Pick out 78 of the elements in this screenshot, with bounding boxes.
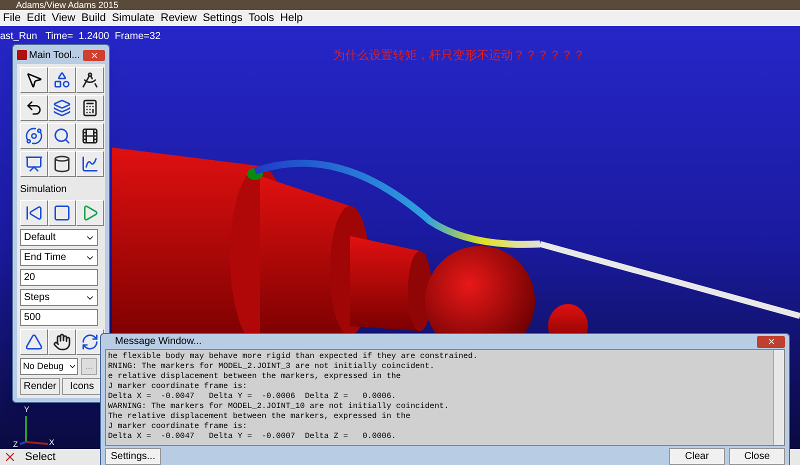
rewind-icon — [25, 204, 43, 222]
play-icon — [81, 204, 99, 222]
film-icon — [81, 127, 99, 145]
tool-button[interactable] — [48, 95, 76, 121]
pointer-icon — [25, 71, 43, 89]
app-logo-icon — [17, 50, 27, 60]
log-line: The relative displacement between the markers, expressed in the — [108, 412, 412, 422]
tool-button[interactable] — [76, 95, 104, 121]
log-line: J marker coordinate frame is: — [108, 382, 248, 392]
dropdown[interactable]: Steps — [20, 289, 98, 306]
dropdown[interactable]: End Time — [20, 249, 98, 266]
tool-button[interactable] — [76, 151, 104, 177]
tool-button[interactable] — [76, 123, 104, 149]
tool-button[interactable] — [20, 95, 48, 121]
close-button[interactable] — [757, 336, 785, 348]
orbit-icon — [25, 127, 43, 145]
dialog-button[interactable]: Clear — [669, 448, 725, 465]
annotation-text: 为什么设置转矩，杆只变形不运动？？？？？？ — [333, 47, 585, 64]
calculator-icon — [81, 99, 99, 117]
mode-label: Select — [25, 450, 56, 465]
menu-item[interactable]: Simulate — [108, 10, 158, 26]
log-line: he flexible body may behave more rigid than expected if they are constrained. — [108, 352, 479, 362]
run-info: ast_Run Time= 1.2400 Frame=32 — [0, 30, 161, 44]
tool-button[interactable] — [76, 67, 104, 93]
window-title: Message Window... — [115, 335, 202, 349]
log-line: e relative displacement between the markers, expressed in the — [108, 372, 402, 382]
magnifier-icon — [53, 127, 71, 145]
layers-icon — [53, 99, 71, 117]
axis-label: X — [49, 437, 54, 449]
toolbox-button[interactable]: Icons — [62, 378, 102, 395]
title-bar: Adams/View Adams 2015 — [0, 0, 800, 10]
menu-item[interactable]: Help — [277, 10, 306, 26]
board-icon — [25, 155, 43, 173]
tool-button[interactable] — [48, 329, 76, 355]
tool-button[interactable] — [48, 67, 76, 93]
log-line: RNING: The markers for MODEL_2.JOINT_3 are not initially coincident. — [108, 362, 436, 372]
log-line: Delta X = -0.0047 Delta Y = -0.0007 Delta Z = 0.0006. — [108, 432, 398, 442]
section-label: Simulation — [20, 183, 68, 197]
menu-item[interactable]: Review — [158, 10, 200, 26]
toolbox-button[interactable]: Render — [20, 378, 60, 395]
dropdown[interactable]: Default — [20, 229, 98, 246]
log-line: J marker coordinate frame is: — [108, 422, 248, 432]
menu-item[interactable]: Edit — [24, 10, 49, 26]
hand-icon — [53, 333, 71, 351]
caret-icon — [68, 362, 77, 371]
close-icon — [766, 337, 776, 346]
menu-item[interactable]: Build — [78, 10, 109, 26]
tool-button[interactable] — [20, 151, 48, 177]
tool-button[interactable] — [48, 151, 76, 177]
shapes-icon — [53, 71, 71, 89]
compass-icon — [81, 71, 99, 89]
chart-icon — [81, 155, 99, 173]
tool-button[interactable] — [48, 123, 76, 149]
input-field[interactable]: 20 — [20, 269, 98, 286]
menu-item[interactable]: File — [0, 10, 24, 26]
menu-item[interactable]: View — [48, 10, 78, 26]
dialog-button[interactable]: Close — [729, 448, 785, 465]
cross-icon — [3, 450, 17, 464]
tool-button[interactable] — [20, 329, 48, 355]
stop-icon — [53, 204, 71, 222]
window-title: Main Tool... — [29, 48, 80, 62]
log-line: Delta X = -0.0047 Delta Y = -0.0006 Delta Z = 0.0006. — [108, 392, 398, 402]
curved-arrow-icon — [25, 99, 43, 117]
tool-button[interactable] — [48, 200, 76, 226]
tool-button[interactable] — [20, 200, 48, 226]
menu-item[interactable]: Tools — [245, 10, 278, 26]
log-line: WARNING: The markers for MODEL_2.JOINT_10 are not initially coincident. — [108, 402, 450, 412]
tool-button[interactable] — [20, 123, 48, 149]
dropdown[interactable]: No Debug — [20, 358, 78, 375]
tool-button[interactable] — [20, 67, 48, 93]
close-button[interactable] — [83, 50, 105, 60]
menu-item[interactable]: Settings — [200, 10, 246, 26]
input-field[interactable]: 500 — [20, 309, 98, 326]
axis-label: Z — [13, 439, 18, 451]
close-icon — [90, 50, 98, 60]
axis-label: Y — [24, 404, 30, 416]
refresh-icon — [81, 333, 99, 351]
dialog-button[interactable]: Settings... — [105, 448, 161, 465]
